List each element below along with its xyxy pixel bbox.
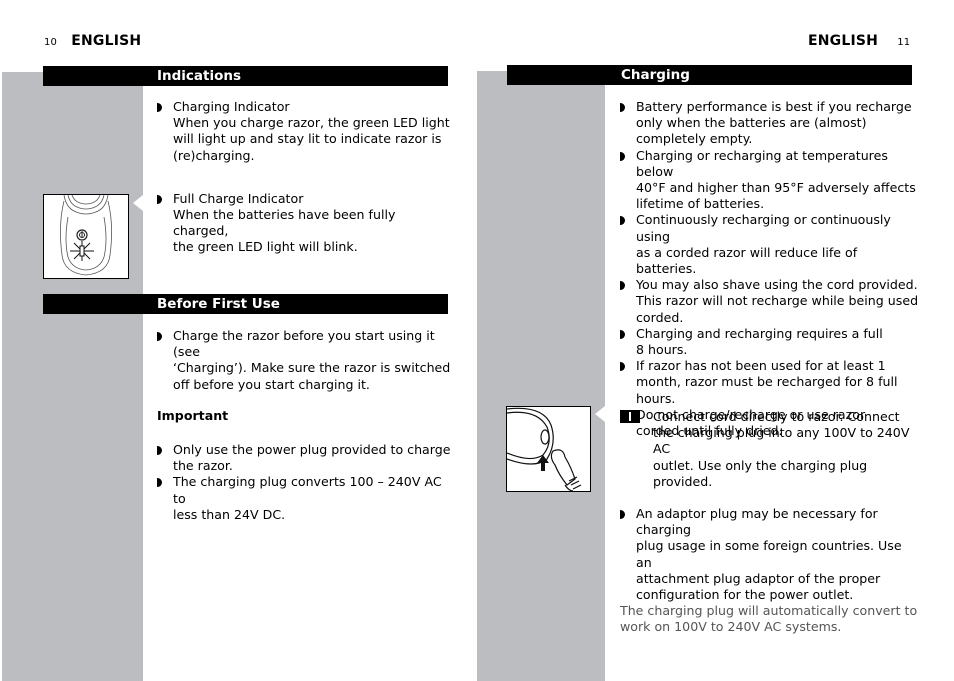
list-item: Only use the power plug provided to char…: [157, 442, 452, 474]
section-title: Indications: [157, 68, 242, 84]
conversion-note: The charging plug will automatically con…: [620, 603, 918, 635]
list-item: Charging or recharging at temperatures b…: [620, 148, 920, 213]
section-title: Before First Use: [157, 296, 280, 312]
right-margin-band: [477, 71, 605, 681]
bullet-icon: [620, 510, 625, 520]
section-header-before-first-use: Before First Use: [43, 294, 448, 314]
bullet-icon: [157, 332, 162, 341]
bullet-icon: [620, 151, 625, 161]
before-first-use-content: Charge the razor before you start using …: [157, 328, 452, 523]
list-item: Charging Indicator When you charge razor…: [157, 99, 452, 164]
figure-pointer: [595, 406, 605, 422]
bullet-icon: [620, 103, 625, 112]
section-header-charging: Charging: [507, 65, 912, 85]
charging-step: Connect cord directly to razor. Connect …: [620, 409, 920, 636]
indications-content: Charging Indicator When you charge razor…: [157, 99, 452, 256]
bullet-icon: [157, 194, 162, 204]
cord-plug-connection-icon: [506, 406, 591, 492]
bullet-icon: [157, 478, 162, 488]
list-item: Full Charge Indicator When the batteries…: [157, 191, 452, 256]
list-item: Charging and recharging requires a full …: [620, 326, 920, 358]
left-margin-band: [2, 72, 143, 681]
razor-led-indicator-icon: [43, 194, 129, 279]
language-label: ENGLISH: [808, 33, 879, 49]
list-item: Battery performance is best if you recha…: [620, 99, 920, 148]
page-number: 11: [897, 37, 911, 48]
bullet-icon: [620, 362, 625, 372]
step-item: Connect cord directly to razor. Connect …: [620, 409, 920, 490]
bullet-icon: [157, 446, 162, 456]
figure-pointer: [133, 195, 143, 211]
bullet-icon: [620, 329, 625, 339]
bullet-icon: [620, 216, 625, 226]
step-number-badge: [620, 410, 640, 423]
list-item: You may also shave using the cord provid…: [620, 277, 920, 326]
page-number: 10: [44, 37, 58, 48]
list-item: An adaptor plug may be necessary for cha…: [620, 506, 920, 603]
list-item: The charging plug converts 100 – 240V AC…: [157, 474, 452, 523]
bullet-icon: [157, 103, 162, 112]
section-header-indications: Indications: [43, 66, 448, 86]
language-label: ENGLISH: [71, 33, 142, 49]
charging-bullets: Battery performance is best if you recha…: [620, 99, 920, 439]
list-item: Continuously recharging or continuously …: [620, 212, 920, 277]
left-page-header: 10 ENGLISH: [44, 33, 141, 49]
section-title: Charging: [621, 67, 690, 83]
bullet-icon: [620, 281, 625, 291]
list-item: Charge the razor before you start using …: [157, 328, 452, 393]
important-heading: Important: [157, 407, 229, 423]
right-page-header: ENGLISH 11: [808, 33, 910, 49]
list-item: If razor has not been used for at least …: [620, 358, 920, 407]
